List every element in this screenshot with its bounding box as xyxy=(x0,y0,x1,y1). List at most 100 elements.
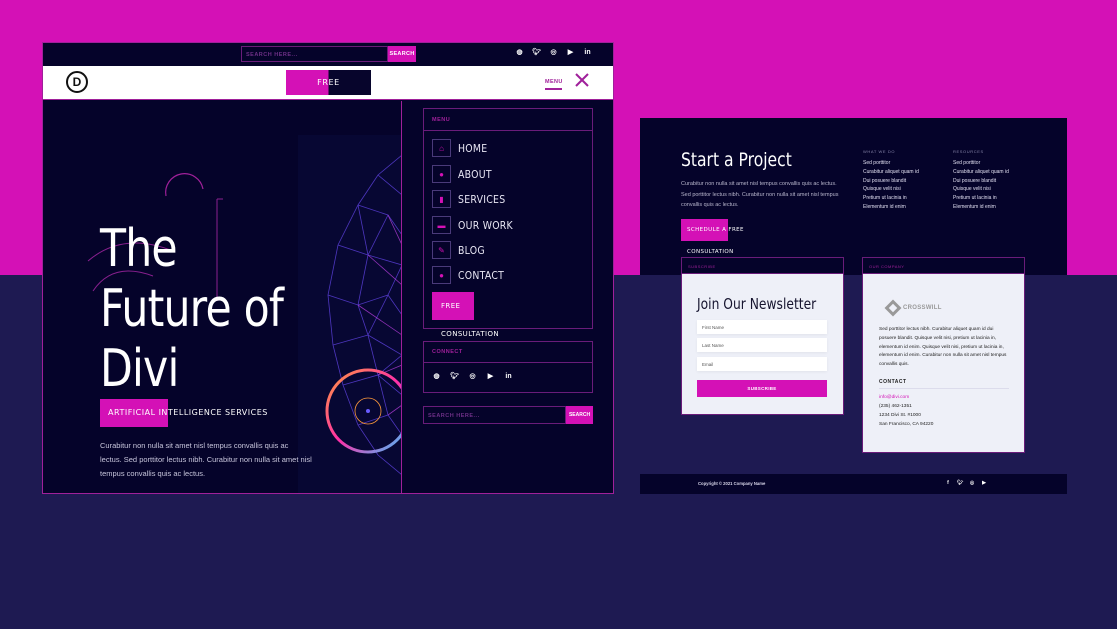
resources-column: RESOURCES Sed porttitor Curabitur alique… xyxy=(953,149,1009,212)
footer-link[interactable]: Sed porttitor xyxy=(863,159,919,168)
twitter-icon[interactable]: 🐦︎ xyxy=(532,48,541,57)
menu-item-contact[interactable]: ● CONTACT xyxy=(432,266,512,284)
edit-icon: ✎ xyxy=(432,241,451,259)
footer-link[interactable]: Dui posuere blandit xyxy=(953,177,1009,186)
menu-item-blog[interactable]: ✎ BLOG xyxy=(432,241,490,259)
contact-heading: CONTACT xyxy=(879,379,907,385)
youtube-icon[interactable]: ▶ xyxy=(566,48,575,57)
menu-heading: MENU xyxy=(424,109,592,131)
top-bar: SEARCH HERE... SEARCH ◍ 🐦︎ ◎ ▶ in xyxy=(43,43,613,66)
menu-search-button[interactable]: SEARCH xyxy=(566,406,593,424)
mobile-icon: ▮ xyxy=(432,190,451,208)
what-we-do-column: WHAT WE DO Sed porttitor Curabitur aliqu… xyxy=(863,149,919,212)
email-field[interactable]: Email xyxy=(697,357,827,371)
hero-section: The Future of Divi ARTIFICIAL INTELLIGEN… xyxy=(43,101,401,493)
project-title: Start a Project xyxy=(681,149,792,171)
menu-item-services[interactable]: ▮ SERVICES xyxy=(432,190,514,208)
youtube-icon[interactable]: ▶ xyxy=(981,480,987,487)
footer-link[interactable]: Pretium ut lacinia in xyxy=(863,194,919,203)
menu-item-about[interactable]: ● ABOUT xyxy=(432,165,498,183)
menu-item-label: HOME xyxy=(458,141,488,155)
network-graphic xyxy=(325,155,401,475)
menu-item-our-work[interactable]: ▬ OUR WORK xyxy=(432,216,523,234)
newsletter-title: Join Our Newsletter xyxy=(697,295,817,313)
contact-phone: (235) 462-1351 xyxy=(879,404,912,409)
menu-consultation-button[interactable]: FREE CONSULTATION xyxy=(432,292,520,338)
connect-box: CONNECT ◍ 🐦︎ ◎ ▶ in xyxy=(423,341,593,393)
subscribe-card-heading: SUBSCRIBE xyxy=(682,258,843,274)
contact-email-link[interactable]: info@divi.com xyxy=(879,395,909,400)
footer-link[interactable]: Pretium ut lacinia in xyxy=(953,194,1009,203)
company-description: Sed porttitor lectus nibh. Curabitur ali… xyxy=(879,327,1007,368)
footer-link[interactable]: Elementum id enim xyxy=(863,203,919,212)
facebook-icon[interactable]: f xyxy=(945,480,951,487)
briefcase-icon: ▬ xyxy=(432,216,451,234)
network-sphere-image xyxy=(298,135,401,493)
instagram-icon[interactable]: ◎ xyxy=(969,480,975,487)
header-consultation-button[interactable]: FREE CONSULTATION xyxy=(286,70,371,112)
menu-item-label: BLOG xyxy=(458,243,485,257)
menu-panel: MENU ⌂ HOME ● ABOUT ▮ SERVICES ▬ OUR WOR… xyxy=(401,101,613,493)
instagram-icon[interactable]: ◎ xyxy=(549,48,558,57)
homepage-mockup: SEARCH HERE... SEARCH ◍ 🐦︎ ◎ ▶ in D FREE… xyxy=(42,42,614,494)
dribbble-icon[interactable]: ◍ xyxy=(515,48,524,57)
column-heading: RESOURCES xyxy=(953,149,984,154)
menu-search-input[interactable]: SEARCH HERE... xyxy=(423,406,566,424)
company-card-heading: OUR COMPANY xyxy=(863,258,1024,274)
close-icon[interactable] xyxy=(573,71,591,89)
hero-description: Curabitur non nulla sit amet nisl tempus… xyxy=(100,441,312,478)
menu-box: MENU ⌂ HOME ● ABOUT ▮ SERVICES ▬ OUR WOR… xyxy=(423,108,593,338)
hero-services-button[interactable]: ARTIFICIAL INTELLIGENCE SERVICES xyxy=(100,399,280,427)
home-icon: ⌂ xyxy=(432,139,451,157)
twitter-icon[interactable]: 🐦︎ xyxy=(450,372,459,381)
footer-link[interactable]: Curabitur aliquet quam id xyxy=(863,168,919,177)
robot-icon: ● xyxy=(432,165,451,183)
menu-item-home[interactable]: ⌂ HOME xyxy=(432,139,493,157)
last-name-field[interactable]: Last Name xyxy=(697,338,827,352)
hero-title: The Future of Divi xyxy=(100,219,284,399)
footer-link[interactable]: Quisque velit nisi xyxy=(953,185,1009,194)
menu-underline xyxy=(545,88,562,90)
footer-link[interactable]: Curabitur aliquet quam id xyxy=(953,168,1009,177)
schedule-consultation-button[interactable]: SCHEDULE A FREE CONSULTATION xyxy=(681,219,781,255)
connect-heading: CONNECT xyxy=(424,342,592,363)
subscribe-button[interactable]: SUBSCRIBE xyxy=(697,380,827,397)
menu-item-label: CONTACT xyxy=(458,268,505,282)
company-card: OUR COMPANY CROSSWILL Sed porttitor lect… xyxy=(862,257,1025,453)
top-search-input[interactable]: SEARCH HERE... xyxy=(241,46,388,62)
crosswill-logo: CROSSWILL xyxy=(884,299,942,317)
footer-mockup: Start a Project Curabitur non nulla sit … xyxy=(640,118,1067,494)
contact-address-line-1: 1234 Divi St. #1000 xyxy=(879,413,921,418)
menu-toggle-label[interactable]: MENU xyxy=(545,79,563,85)
footer-bar: Copyright © 2021 Company Name f 🐦︎ ◎ ▶ xyxy=(640,474,1067,494)
hero-title-line-1: The xyxy=(100,219,178,279)
hero-title-line-3: Divi xyxy=(100,339,179,399)
linkedin-icon[interactable]: in xyxy=(583,48,592,57)
crosswill-logo-text: CROSSWILL xyxy=(903,305,942,311)
top-social-links: ◍ 🐦︎ ◎ ▶ in xyxy=(515,48,592,57)
footer-link[interactable]: Elementum id enim xyxy=(953,203,1009,212)
menu-item-label: OUR WORK xyxy=(458,218,513,232)
divi-logo[interactable]: D xyxy=(66,71,88,93)
header: D FREE CONSULTATION MENU xyxy=(43,66,613,112)
copyright-text: Copyright © 2021 Company Name xyxy=(698,481,766,486)
project-description: Curabitur non nulla sit amet nisl tempus… xyxy=(681,181,839,208)
menu-item-label: SERVICES xyxy=(458,192,506,206)
contact-address-line-2: San Francisco, CA 94220 xyxy=(879,422,934,427)
connect-social-links: ◍ 🐦︎ ◎ ▶ in xyxy=(424,363,592,390)
subscribe-card: SUBSCRIBE Join Our Newsletter First Name… xyxy=(681,257,844,415)
footer-social-links: f 🐦︎ ◎ ▶ xyxy=(945,480,987,487)
column-heading: WHAT WE DO xyxy=(863,149,896,154)
crosswill-logo-mark xyxy=(884,299,902,317)
twitter-icon[interactable]: 🐦︎ xyxy=(957,480,963,487)
footer-link[interactable]: Sed porttitor xyxy=(953,159,1009,168)
menu-item-label: ABOUT xyxy=(458,167,492,181)
top-search-button[interactable]: SEARCH xyxy=(388,46,416,62)
youtube-icon[interactable]: ▶ xyxy=(486,372,495,381)
linkedin-icon[interactable]: in xyxy=(504,372,513,381)
footer-link[interactable]: Quisque velit nisi xyxy=(863,185,919,194)
dribbble-icon[interactable]: ◍ xyxy=(432,372,441,381)
instagram-icon[interactable]: ◎ xyxy=(468,372,477,381)
footer-link[interactable]: Dui posuere blandit xyxy=(863,177,919,186)
first-name-field[interactable]: First Name xyxy=(697,320,827,334)
